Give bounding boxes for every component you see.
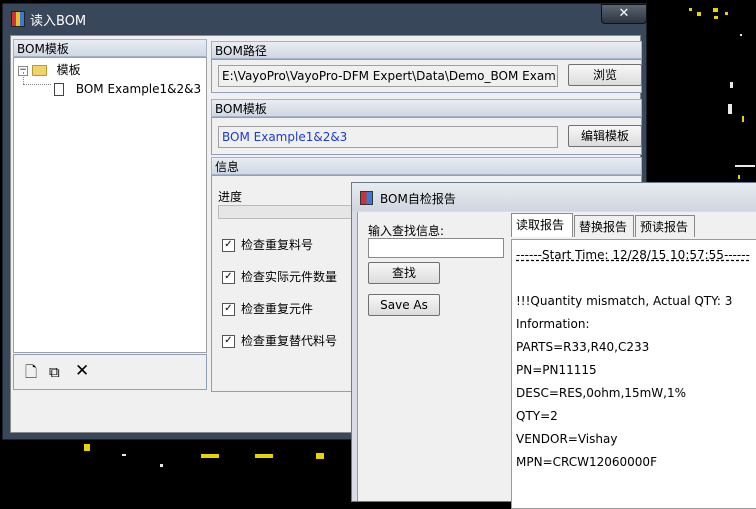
browse-button[interactable]: 浏览: [568, 64, 642, 86]
template-tree[interactable]: − 模板 BOM Example1&2&3: [13, 57, 207, 353]
pcb-pad: [84, 444, 90, 451]
info-header: 信息: [211, 157, 642, 175]
progress-label: 进度: [218, 190, 243, 204]
report-line: ------Start Time: 12/28/15 10:57:55-----…: [516, 248, 750, 262]
app-icon: [11, 11, 25, 27]
pcb-pad: [160, 464, 163, 467]
bom-path-header: BOM路径: [211, 41, 642, 59]
check-duplicate-part-number[interactable]: ✓ 检查重复料号: [222, 237, 313, 253]
checkbox-checked-icon[interactable]: ✓: [222, 239, 235, 252]
report-line: !!!Quantity mismatch, Actual QTY: 3: [516, 294, 733, 308]
new-document-icon[interactable]: 🗋: [25, 364, 37, 380]
pcb-pad: [316, 453, 324, 459]
search-label: 输入查找信息:: [368, 224, 445, 238]
copy-icon[interactable]: ⧉: [49, 364, 60, 380]
report-line: [516, 267, 756, 290]
check-duplicate-alternate-part[interactable]: ✓ 检查重复替代料号: [222, 333, 337, 349]
checkbox-checked-icon[interactable]: ✓: [222, 271, 235, 284]
bom-path-panel: E:\VayoPro\VayoPro-DFM Expert\Data\Demo_…: [211, 59, 642, 93]
pcb-pad: [725, 12, 728, 15]
report-line: PARTS=R33,R40,C233: [516, 340, 650, 354]
check-actual-component-quantity[interactable]: ✓ 检查实际元件数量: [222, 269, 337, 285]
document-icon: [54, 83, 64, 96]
tree-child-item[interactable]: BOM Example1&2&3: [54, 80, 201, 98]
find-button[interactable]: 查找: [368, 262, 440, 284]
pcb-pad: [742, 116, 744, 122]
tree-connector: [23, 72, 25, 84]
tab-replace-report[interactable]: 替换报告: [574, 215, 634, 237]
report-client: 输入查找信息: 查找 Save As 读取报告 替换报告 预读报告 ------…: [357, 212, 756, 509]
bom-path-field[interactable]: E:\VayoPro\VayoPro-DFM Expert\Data\Demo_…: [218, 65, 558, 87]
pcb-pad: [730, 82, 733, 88]
tab-preview-report[interactable]: 预读报告: [635, 215, 695, 237]
pcb-pad: [713, 8, 718, 12]
tree-child-label: BOM Example1&2&3: [75, 82, 202, 96]
progress-bar: [218, 205, 353, 219]
pcb-pad: [714, 16, 718, 19]
pcb-pad: [738, 175, 740, 179]
bom-template-field[interactable]: BOM Example1&2&3: [218, 126, 558, 148]
save-as-button[interactable]: Save As: [368, 294, 440, 316]
report-line: DESC=RES,0ohm,15mW,1%: [516, 386, 686, 400]
report-line: PN=PN11115: [516, 363, 597, 377]
report-window-title: BOM自检报告: [380, 192, 456, 206]
bom-template-panel: BOM Example1&2&3 编辑模板: [211, 117, 642, 155]
report-line: VENDOR=Vishay: [516, 432, 618, 446]
bom-report-window: BOM自检报告 输入查找信息: 查找 Save As 读取报告 替换报告 预读报…: [351, 182, 756, 509]
report-text-area[interactable]: ------Start Time: 12/28/15 10:57:55-----…: [511, 239, 756, 509]
tree-toolbar: 🗋 ⧉ ✕: [13, 354, 207, 390]
title-bar[interactable]: 读入BOM ✕: [3, 4, 647, 32]
report-app-icon: [360, 191, 373, 205]
check-label: 检查重复料号: [241, 238, 314, 252]
bom-template-header: BOM模板: [211, 99, 642, 117]
pcb-pad: [728, 104, 732, 114]
report-line: Information:: [516, 317, 590, 331]
delete-icon[interactable]: ✕: [75, 363, 89, 380]
window-title: 读入BOM: [30, 14, 87, 29]
tree-connector: [23, 84, 51, 86]
pcb-pad: [689, 8, 692, 11]
tab-read-report[interactable]: 读取报告: [511, 213, 573, 237]
pcb-pad: [122, 454, 126, 456]
pcb-pad: [740, 34, 742, 36]
check-duplicate-component[interactable]: ✓ 检查重复元件: [222, 301, 313, 317]
folder-icon: [31, 65, 47, 76]
tree-root-item[interactable]: − 模板: [18, 61, 81, 79]
pcb-pad: [201, 454, 219, 458]
close-button[interactable]: ✕: [601, 4, 647, 24]
checkbox-checked-icon[interactable]: ✓: [222, 303, 235, 316]
checkbox-checked-icon[interactable]: ✓: [222, 335, 235, 348]
report-line: MPN=CRCW12060000F: [516, 455, 657, 469]
search-input[interactable]: [368, 238, 504, 258]
pcb-trace: [735, 165, 755, 167]
check-label: 检查重复元件: [241, 302, 314, 316]
check-label: 检查重复替代料号: [241, 334, 338, 348]
template-panel-header: BOM模板: [13, 39, 207, 57]
report-line: QTY=2: [516, 409, 558, 423]
report-title-bar[interactable]: BOM自检报告: [352, 183, 756, 211]
tree-root-label: 模板: [56, 63, 81, 77]
edit-template-button[interactable]: 编辑模板: [568, 125, 642, 147]
pcb-pad: [255, 454, 273, 458]
check-label: 检查实际元件数量: [241, 270, 338, 284]
pcb-pad: [697, 12, 701, 16]
